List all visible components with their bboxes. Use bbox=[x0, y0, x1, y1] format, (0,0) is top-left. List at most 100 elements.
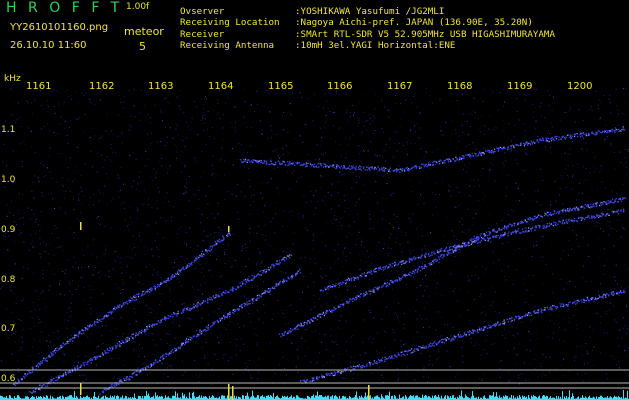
echo-dot bbox=[53, 377, 55, 380]
echo-dot bbox=[64, 344, 66, 346]
echo-dot bbox=[394, 169, 397, 171]
echo-dot bbox=[569, 207, 571, 209]
echo-dot bbox=[617, 201, 620, 203]
minute-label: 1162 bbox=[89, 81, 115, 92]
echo-dot bbox=[336, 165, 338, 167]
echo-dot bbox=[260, 159, 262, 162]
echo-dot bbox=[472, 155, 474, 157]
echo-dot bbox=[586, 216, 588, 218]
echo-dot bbox=[428, 253, 430, 255]
echo-dot bbox=[406, 274, 408, 276]
echo-dot bbox=[572, 219, 574, 222]
echo-dot bbox=[160, 319, 162, 321]
echo-dot bbox=[414, 258, 417, 260]
echo-dot bbox=[135, 334, 137, 336]
echo-dot bbox=[142, 294, 144, 296]
echo-dot bbox=[40, 360, 42, 363]
echo-dot bbox=[412, 167, 414, 169]
echo-dot bbox=[126, 339, 128, 341]
echo-dot bbox=[96, 318, 98, 321]
echo-dot bbox=[147, 365, 149, 367]
echo-dot bbox=[298, 324, 300, 326]
echo-dot bbox=[584, 204, 586, 206]
echo-dot bbox=[379, 266, 381, 268]
echo-dot bbox=[609, 201, 612, 203]
echo-dot bbox=[316, 377, 318, 379]
echo-dot bbox=[107, 388, 109, 390]
echo-dot bbox=[368, 167, 370, 169]
echo-dot bbox=[557, 223, 559, 225]
echo-dot bbox=[187, 265, 189, 268]
echo-dot bbox=[134, 299, 136, 301]
echo-dot bbox=[389, 170, 391, 173]
echo-dot bbox=[112, 309, 114, 311]
echo-dot bbox=[534, 142, 536, 144]
echo-dot bbox=[499, 146, 502, 148]
echo-dot bbox=[480, 239, 482, 242]
echo-dot bbox=[115, 347, 117, 349]
echo-dot bbox=[390, 357, 393, 359]
echo-dot bbox=[605, 296, 607, 298]
echo-dot bbox=[167, 277, 169, 280]
echo-dot bbox=[609, 131, 611, 133]
echo-dot bbox=[178, 348, 180, 350]
echo-dot bbox=[388, 356, 390, 358]
echo-dot bbox=[361, 367, 363, 369]
echo-dot bbox=[135, 371, 138, 373]
echo-dot bbox=[604, 294, 607, 296]
echo-dot bbox=[350, 165, 353, 167]
echo-dot bbox=[378, 286, 381, 289]
echo-dot bbox=[56, 347, 58, 349]
echo-dot bbox=[270, 160, 272, 163]
echo-dot bbox=[163, 318, 165, 320]
echo-dot bbox=[418, 166, 420, 168]
spectrogram-plot[interactable] bbox=[0, 70, 629, 400]
echo-dot bbox=[159, 356, 162, 358]
echo-dot bbox=[322, 312, 325, 315]
echo-dot bbox=[446, 158, 448, 160]
echo-dot bbox=[351, 366, 353, 368]
echo-dot bbox=[203, 253, 205, 255]
echo-dot bbox=[526, 231, 528, 233]
echo-dot bbox=[613, 211, 615, 213]
echo-dot bbox=[275, 283, 277, 285]
echo-dot bbox=[383, 167, 385, 169]
echo-dot bbox=[353, 167, 355, 169]
echo-dot bbox=[269, 163, 271, 166]
echo-dot bbox=[392, 357, 394, 359]
echo-dot bbox=[529, 219, 531, 221]
echo-dot bbox=[401, 168, 403, 170]
echo-dot bbox=[102, 390, 104, 392]
echo-dot bbox=[483, 237, 485, 239]
echo-dot bbox=[54, 352, 57, 354]
echo-dot bbox=[446, 337, 448, 339]
echo-dot bbox=[623, 290, 625, 293]
echo-dot bbox=[554, 210, 556, 213]
echo-dot bbox=[257, 273, 260, 275]
echo-dot bbox=[548, 140, 550, 143]
echo-dot bbox=[528, 142, 530, 144]
echo-dot bbox=[476, 331, 478, 333]
echo-dot bbox=[471, 242, 473, 244]
echo-dot bbox=[547, 215, 549, 217]
echo-dot bbox=[521, 228, 524, 230]
echo-dot bbox=[331, 374, 334, 376]
echo-dot bbox=[274, 264, 276, 266]
echo-dot bbox=[147, 325, 149, 327]
echo-dot bbox=[514, 229, 517, 231]
echo-dot bbox=[338, 165, 340, 167]
echo-dot bbox=[46, 385, 49, 387]
echo-dot bbox=[471, 238, 473, 240]
echo-dot bbox=[182, 311, 184, 313]
echo-dot bbox=[524, 231, 526, 233]
echo-dot bbox=[508, 223, 511, 225]
echo-dot bbox=[369, 272, 371, 274]
echo-dot bbox=[39, 384, 41, 386]
echo-dot bbox=[69, 372, 72, 374]
echo-dot bbox=[140, 329, 143, 331]
echo-dot bbox=[154, 287, 156, 290]
echo-dot bbox=[550, 212, 552, 214]
echo-dot bbox=[539, 138, 541, 140]
echo-dot bbox=[553, 213, 555, 215]
echo-dot bbox=[278, 263, 280, 265]
